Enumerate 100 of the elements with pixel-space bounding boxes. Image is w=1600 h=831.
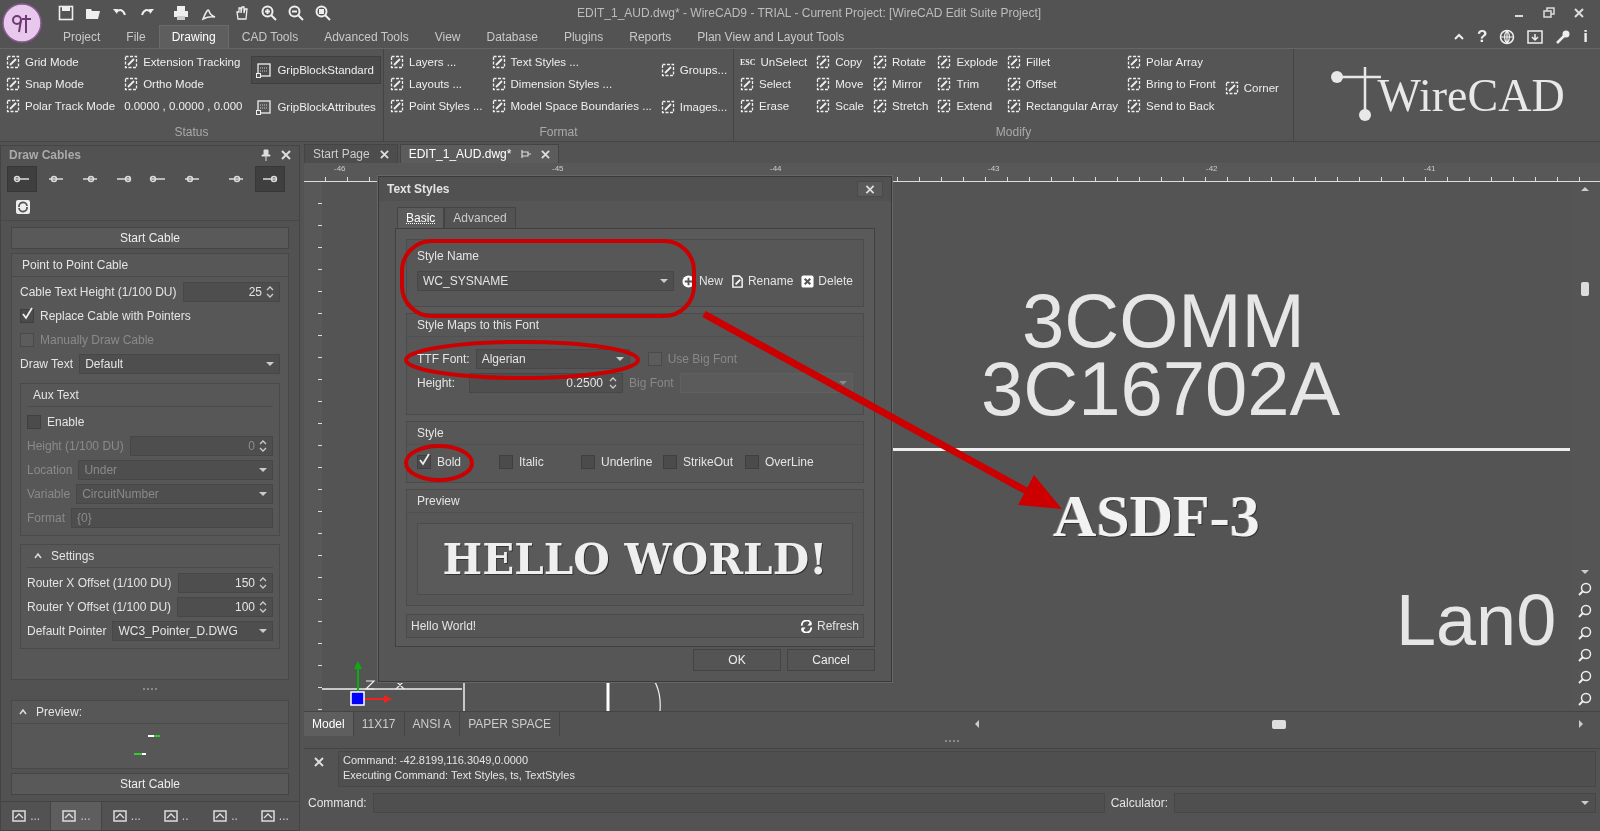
close-icon[interactable] xyxy=(379,149,389,159)
ribbon-button[interactable]: ESC UnSelect xyxy=(740,51,808,73)
ribbon-button[interactable]: Images... xyxy=(660,95,728,118)
checkbox[interactable] xyxy=(20,309,34,323)
panel-tab[interactable]: ... xyxy=(101,802,151,830)
zoom-in-icon[interactable] xyxy=(261,5,277,21)
tool-button[interactable] xyxy=(255,166,285,192)
layout-tab[interactable]: 11X17 xyxy=(353,712,405,736)
document-tab[interactable]: EDIT_1_AUD.dwg* xyxy=(399,144,560,163)
ribbon-button[interactable]: Extension Tracking xyxy=(124,51,243,73)
ribbon-button[interactable]: Fillet xyxy=(1007,51,1119,73)
ribbon-button[interactable]: Mirror xyxy=(873,73,929,95)
chevron-icon[interactable] xyxy=(18,707,28,717)
ribbon-button[interactable]: Text Styles ... xyxy=(491,51,652,73)
dropdown-arrow-icon[interactable] xyxy=(266,361,274,367)
ribbon-tab[interactable]: Reports xyxy=(616,25,685,48)
spinner-icon[interactable] xyxy=(259,600,267,614)
layout-tab[interactable]: Model xyxy=(304,712,354,736)
close-icon[interactable] xyxy=(314,757,324,767)
toggle-button[interactable]: GripBlockAttributes xyxy=(251,92,381,121)
ribbon-button[interactable]: Select xyxy=(740,73,808,95)
ribbon-button[interactable]: Rectangular Array xyxy=(1007,95,1119,117)
ribbon-button[interactable]: Stretch xyxy=(873,95,929,117)
scroll-thumb[interactable] xyxy=(1272,719,1286,729)
number-field[interactable]: 25 xyxy=(182,282,280,302)
layout-tab[interactable]: ANSI A xyxy=(404,712,461,736)
ribbon-button[interactable]: Rotate xyxy=(873,51,929,73)
restore-icon[interactable] xyxy=(1542,7,1556,19)
hand-icon[interactable] xyxy=(234,5,250,21)
ribbon-button[interactable]: Layers ... xyxy=(390,51,483,73)
spinner-icon[interactable] xyxy=(266,285,274,299)
ribbon-tab[interactable]: Plugins xyxy=(550,25,617,48)
scroll-left-icon[interactable] xyxy=(974,720,980,728)
zoom-tool-icon[interactable] xyxy=(1577,691,1593,707)
ribbon-tab[interactable]: Drawing xyxy=(158,25,229,48)
info-button[interactable]: i xyxy=(1583,27,1588,47)
dialog-tab[interactable]: Advanced xyxy=(444,207,516,228)
dropdown[interactable]: Default xyxy=(79,354,280,374)
ok-button[interactable]: OK xyxy=(693,649,781,671)
ribbon-button[interactable]: Trim xyxy=(937,73,998,95)
ribbon-button[interactable]: Model Space Boundaries ... xyxy=(491,95,652,117)
pin-icon[interactable] xyxy=(521,149,532,159)
ribbon-tab[interactable]: Database xyxy=(473,25,551,48)
zoom-tool-icon[interactable] xyxy=(1577,625,1593,641)
toolbar-button[interactable]: New xyxy=(681,274,723,288)
ribbon-button[interactable]: Snap Mode xyxy=(6,73,116,95)
ribbon-button[interactable]: Bring to Front xyxy=(1127,73,1216,95)
panel-tab[interactable]: ... xyxy=(249,802,299,830)
app-logo-icon[interactable] xyxy=(2,3,42,43)
ribbon-button[interactable]: Grid Mode xyxy=(6,51,116,73)
panel-tab[interactable]: ... xyxy=(1,802,51,830)
ribbon-button[interactable]: Point Styles ... xyxy=(390,95,483,117)
ribbon-button[interactable]: Corner xyxy=(1224,77,1279,99)
ribbon-tab[interactable]: File xyxy=(113,25,159,48)
ribbon-button[interactable]: Explode xyxy=(937,51,998,73)
key-icon[interactable] xyxy=(1555,29,1572,45)
save-icon[interactable] xyxy=(58,5,74,21)
pin-icon[interactable] xyxy=(261,149,271,161)
ribbon-tab[interactable]: Plan View and Layout Tools xyxy=(684,25,858,48)
scroll-down-icon[interactable] xyxy=(1581,569,1589,575)
zoom-tool-icon[interactable] xyxy=(1577,603,1593,619)
zoom-tool-icon[interactable] xyxy=(1577,581,1593,597)
number-field[interactable]: 100 xyxy=(177,597,273,617)
scroll-right-icon[interactable] xyxy=(1578,720,1584,728)
ribbon-button[interactable]: Dimension Styles ... xyxy=(491,73,652,95)
ribbon-button[interactable]: Copy xyxy=(816,51,864,73)
layout-tab[interactable]: PAPER SPACE xyxy=(460,712,561,736)
dropdown-arrow-icon[interactable] xyxy=(259,628,267,634)
number-field[interactable]: 150 xyxy=(177,573,273,593)
ribbon-button[interactable]: Extend xyxy=(937,95,998,117)
zoom-tool-icon[interactable] xyxy=(1577,647,1593,663)
start-cable-button[interactable]: Start Cable xyxy=(11,773,289,795)
scroll-thumb[interactable] xyxy=(1581,282,1589,296)
ribbon-button[interactable]: Groups... xyxy=(660,58,728,81)
refresh-button[interactable]: Refresh xyxy=(799,619,859,633)
ribbon-button[interactable]: Ortho Mode xyxy=(124,73,243,95)
panel-tab[interactable]: ... xyxy=(50,802,102,830)
ribbon-tab[interactable]: CAD Tools xyxy=(228,25,312,48)
cancel-button[interactable]: Cancel xyxy=(787,649,875,671)
refresh-icon[interactable] xyxy=(15,199,31,215)
ribbon-button[interactable]: Send to Back xyxy=(1127,95,1216,117)
document-tab[interactable]: Start Page xyxy=(304,144,398,163)
download-icon[interactable] xyxy=(1527,29,1544,45)
sample-text-field[interactable]: Hello World! Refresh xyxy=(406,614,864,638)
dropdown-arrow-icon[interactable] xyxy=(615,356,624,362)
close-icon[interactable] xyxy=(281,150,291,160)
dropdown[interactable]: WC3_Pointer_D.DWG xyxy=(112,621,273,641)
ribbon-button[interactable]: Polar Track Mode xyxy=(6,95,116,117)
ribbon-tab[interactable]: Advanced Tools xyxy=(311,25,422,48)
font-dropdown[interactable]: Algerian xyxy=(475,349,630,369)
tool-button[interactable] xyxy=(7,166,37,192)
ribbon-button[interactable]: Offset xyxy=(1007,73,1119,95)
zoom-extents-icon[interactable] xyxy=(315,5,331,21)
ribbon-button[interactable]: Move xyxy=(816,73,864,95)
help-button[interactable]: ? xyxy=(1476,27,1488,47)
scroll-up-icon[interactable] xyxy=(1581,186,1589,192)
printer-icon[interactable] xyxy=(172,5,190,21)
ribbon-button[interactable]: Erase xyxy=(740,95,808,117)
ribbon-tab[interactable]: Project xyxy=(50,25,114,48)
dropdown-arrow-icon[interactable] xyxy=(1581,800,1589,806)
